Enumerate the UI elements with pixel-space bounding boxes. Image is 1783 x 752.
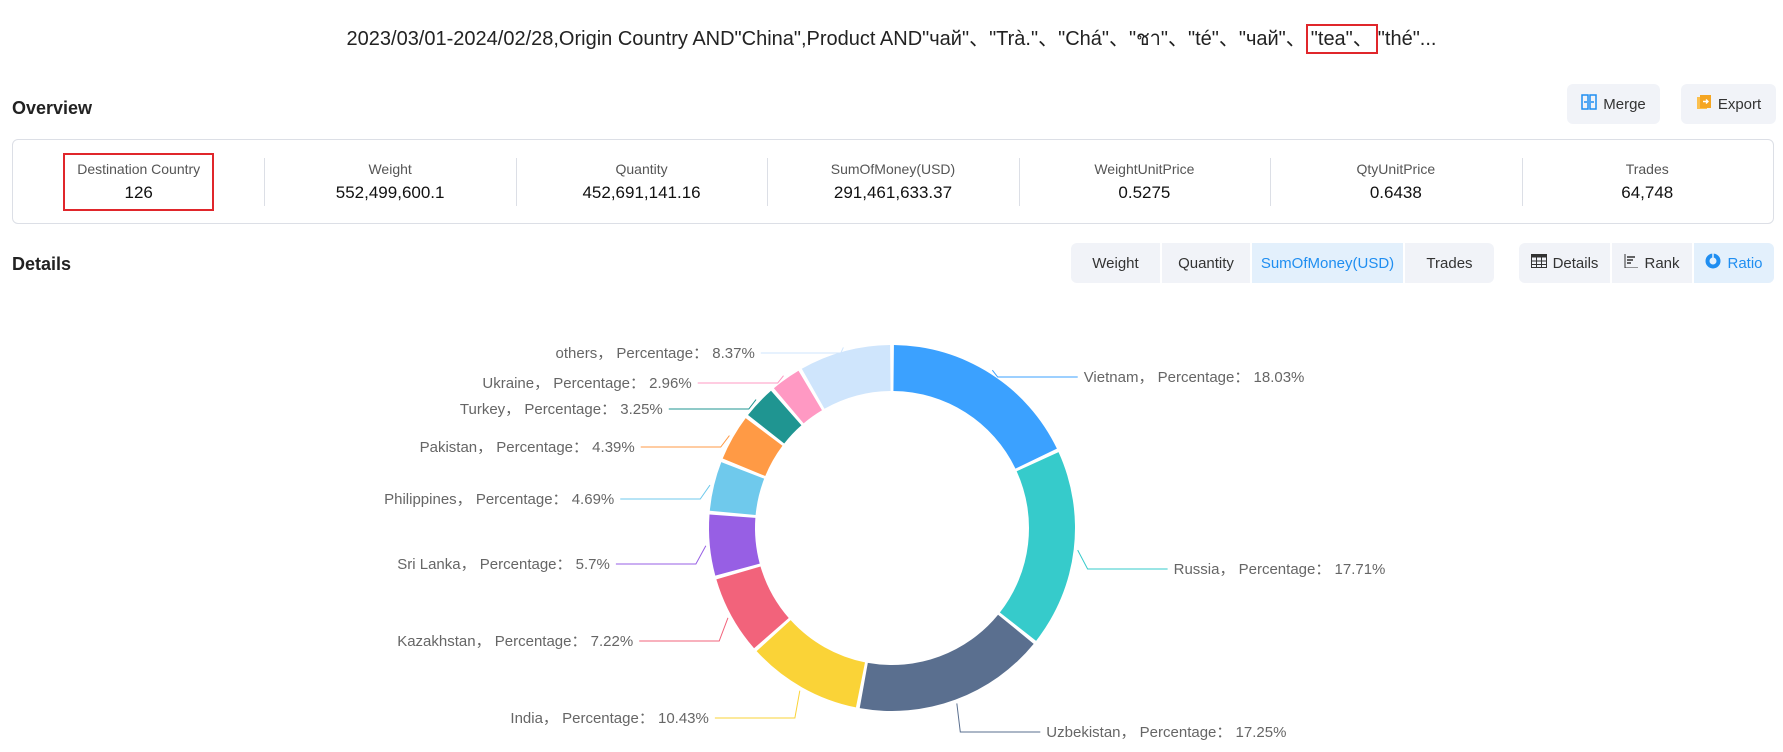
stat-quantity: Quantity 452,691,141.16 xyxy=(515,154,767,210)
view-tabs: Details Rank Ratio xyxy=(1519,243,1774,283)
tab-sum-of-money[interactable]: SumOfMoney(USD) xyxy=(1250,243,1403,283)
tab-ratio-view[interactable]: Ratio xyxy=(1692,243,1774,283)
tab-details-view[interactable]: Details xyxy=(1519,243,1610,283)
label-leader-line xyxy=(956,703,1041,733)
table-icon xyxy=(1530,254,1547,272)
ratio-donut-chart: Vietnam， Percentage： 18.03% Russia， Perce… xyxy=(384,345,1386,741)
stat-label: WeightUnitPrice xyxy=(1094,160,1195,177)
tab-label: Ratio xyxy=(1727,254,1763,272)
slice-label: Philippines， Percentage： 4.69% xyxy=(384,491,614,508)
stat-label: Weight xyxy=(368,160,412,177)
stat-sum-of-money: SumOfMoney(USD) 291,461,633.37 xyxy=(767,154,1018,210)
slice-label: Ukraine， Percentage： 2.96% xyxy=(482,375,691,392)
stat-value: 0.6438 xyxy=(1369,182,1422,202)
tab-rank-view[interactable]: Rank xyxy=(1610,243,1692,283)
slice-label: Uzbekistan， Percentage： 17.25% xyxy=(1046,724,1286,741)
stat-trades: Trades 64,748 xyxy=(1521,154,1773,210)
slice-label: Pakistan， Percentage： 4.39% xyxy=(420,439,635,456)
stat-weight: Weight 552,499,600.1 xyxy=(264,154,515,210)
stat-weight-unit-price: WeightUnitPrice 0.5275 xyxy=(1018,154,1270,210)
stat-qty-unit-price: QtyUnitPrice 0.6438 xyxy=(1270,154,1521,210)
export-label: Export xyxy=(1717,95,1762,113)
label-leader-line xyxy=(714,690,801,719)
search-query-summary: 2023/03/01-2024/02/28,Origin Country AND… xyxy=(0,22,1783,54)
bar-rank-icon xyxy=(1624,254,1639,272)
donut-slice-russia[interactable] xyxy=(999,452,1075,641)
tab-trades[interactable]: Trades xyxy=(1403,243,1494,283)
metric-tabs: Weight Quantity SumOfMoney(USD) Trades xyxy=(1071,243,1494,283)
stat-label: QtyUnitPrice xyxy=(1356,160,1436,177)
donut-slice-uzbekistan[interactable] xyxy=(859,614,1034,711)
stat-label: SumOfMoney(USD) xyxy=(830,160,956,177)
stat-value: 452,691,141.16 xyxy=(582,182,701,202)
donut-slice-sri-lanka[interactable] xyxy=(708,514,760,576)
label-leader-line xyxy=(640,435,730,448)
export-button[interactable]: Export xyxy=(1681,84,1776,124)
stat-value: 64,748 xyxy=(1621,182,1674,202)
stat-label: Destination Country xyxy=(77,160,201,177)
slice-label: Vietnam， Percentage： 18.03% xyxy=(1084,369,1305,386)
label-leader-line xyxy=(697,375,784,384)
stat-value: 552,499,600.1 xyxy=(335,182,445,202)
slice-label: others， Percentage： 8.37% xyxy=(556,345,755,362)
query-text: 2023/03/01-2024/02/28,Origin Country AND… xyxy=(346,28,1306,50)
details-title: Details xyxy=(12,254,72,274)
slice-label: Kazakhstan， Percentage： 7.22% xyxy=(397,633,633,650)
donut-icon xyxy=(1705,253,1721,273)
label-leader-line xyxy=(991,369,1078,378)
query-text-tail: "thé"... xyxy=(1377,28,1437,50)
donut-slice-vietnam[interactable] xyxy=(893,345,1057,469)
merge-icon xyxy=(1581,94,1597,114)
slice-label: Turkey， Percentage： 3.25% xyxy=(460,401,663,418)
stat-label: Quantity xyxy=(615,160,668,177)
tab-quantity[interactable]: Quantity xyxy=(1160,243,1250,283)
tab-weight[interactable]: Weight xyxy=(1071,243,1160,283)
stat-value: 0.5275 xyxy=(1118,182,1171,202)
label-leader-line xyxy=(620,484,711,500)
donut-slice-india[interactable] xyxy=(756,620,866,708)
merge-label: Merge xyxy=(1603,95,1646,113)
label-leader-line xyxy=(1077,549,1168,570)
overview-stats-card: Destination Country 126 Weight 552,499,6… xyxy=(12,139,1774,224)
stat-value: 291,461,633.37 xyxy=(833,182,953,202)
label-leader-line xyxy=(668,399,757,410)
label-leader-line xyxy=(760,347,844,354)
label-leader-line xyxy=(615,545,707,565)
stat-value: 126 xyxy=(124,182,153,202)
overview-title: Overview xyxy=(12,98,93,118)
tab-label: Details xyxy=(1552,254,1599,272)
slice-label: Sri Lanka， Percentage： 5.7% xyxy=(397,556,610,573)
tab-label: Rank xyxy=(1644,254,1680,272)
merge-button[interactable]: Merge xyxy=(1567,84,1660,124)
query-highlighted-term: "tea"、 xyxy=(1305,24,1378,54)
stat-destination-country: Destination Country 126 xyxy=(13,152,264,211)
stat-label: Trades xyxy=(1625,160,1669,177)
export-icon xyxy=(1696,94,1712,114)
slice-label: India， Percentage： 10.43% xyxy=(510,710,708,727)
label-leader-line xyxy=(639,617,729,642)
slice-label: Russia， Percentage： 17.71% xyxy=(1174,561,1386,578)
